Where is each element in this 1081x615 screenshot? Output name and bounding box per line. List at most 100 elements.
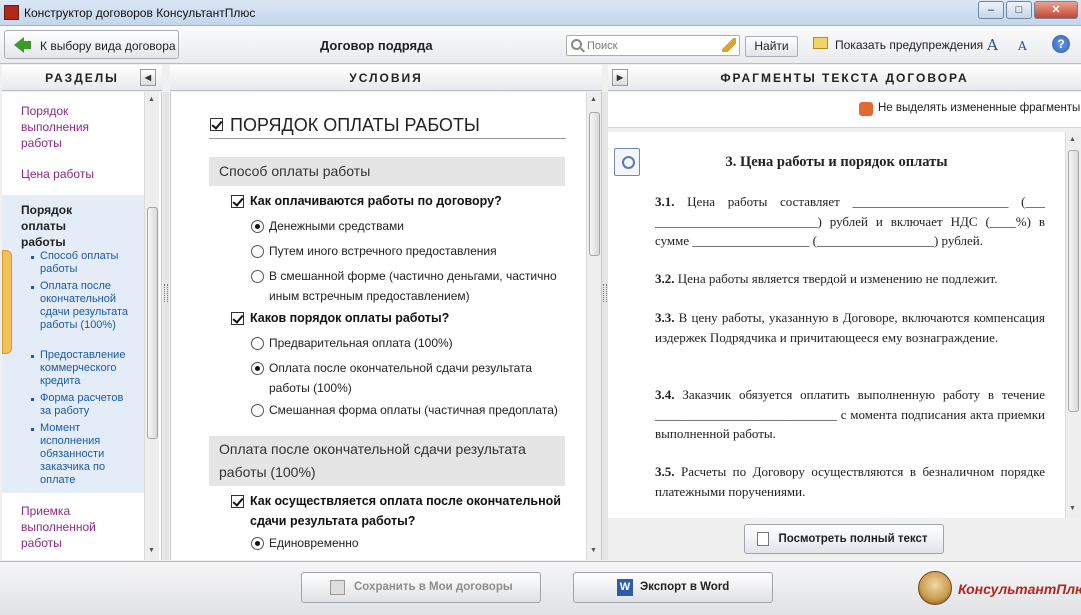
magnifier-handle [580, 47, 585, 53]
help-icon[interactable]: ? [1052, 35, 1070, 53]
search-input[interactable] [587, 38, 717, 53]
radio-money[interactable] [251, 220, 264, 233]
export-label: Экспорт в Word [640, 581, 730, 593]
back-to-contract-types-button[interactable]: К выбору вида договора [4, 30, 179, 59]
fragments-header-label: ФРАГМЕНТЫ ТЕКСТА ДОГОВОРА [720, 71, 969, 85]
section-link-acceptance[interactable]: Приемка выполненной работы [21, 503, 111, 551]
scroll-down-arrow[interactable]: ▼ [590, 547, 597, 554]
conditions-scrollbar[interactable]: ▲ ▼ [586, 92, 601, 560]
scroll-down-arrow[interactable]: ▼ [148, 547, 155, 554]
fragments-scrollbar[interactable]: ▲ ▼ [1065, 132, 1080, 518]
question-how-after-delivery: Как осуществляется оплата после окончате… [250, 494, 561, 528]
question-how-paid: Как оплачиваются работы по договору? [250, 194, 502, 208]
conditions-title: ПОРЯДОК ОПЛАТЫ РАБОТЫ [230, 115, 480, 135]
collapse-sections-button[interactable]: ◀ [140, 69, 156, 86]
bullet [31, 398, 34, 401]
title-checkbox[interactable] [210, 118, 223, 131]
main-toolbar: К выбору вида договора Договор подряда Н… [0, 26, 1081, 64]
scroll-thumb[interactable] [147, 207, 158, 439]
save-to-my-contracts-button[interactable]: Сохранить в Мои договоры [301, 572, 541, 603]
floppy-disk-icon [330, 580, 345, 595]
radio-prepayment[interactable] [251, 337, 264, 350]
view-full-text-button[interactable]: Посмотреть полный текст [744, 524, 944, 554]
scroll-up-arrow[interactable]: ▲ [590, 96, 597, 103]
show-warnings-link[interactable]: Показать предупреждения [835, 38, 983, 52]
q3-checkbox[interactable] [231, 495, 244, 508]
section-link-price[interactable]: Цена работы [21, 166, 94, 182]
subsection-payment-method[interactable]: Способ оплаты работы [40, 250, 130, 276]
subsection-commercial-credit[interactable]: Предоставление коммерческого кредита [40, 349, 135, 388]
option-lump-sum[interactable]: Единовременно [269, 533, 359, 553]
subsection-payment-moment[interactable]: Момент исполнения обязанности заказчика … [40, 422, 115, 487]
expand-fragments-button[interactable]: ▶ [612, 69, 628, 86]
title-underline [209, 138, 566, 139]
bullet [31, 286, 34, 289]
sections-header-label: РАЗДЕЛЫ [45, 71, 119, 85]
save-label: Сохранить в Мои договоры [354, 581, 513, 593]
window-title: Конструктор договоров КонсультантПлюс [24, 6, 256, 20]
option-mixed-form[interactable]: В смешанной форме (частично деньгами, ча… [269, 266, 574, 306]
paragraph-text: Заказчик обязуется оплатить выполненную … [655, 387, 1045, 441]
radio-mixed-form[interactable] [251, 270, 264, 283]
q1-checkbox[interactable] [231, 195, 244, 208]
export-to-word-button[interactable]: W Экспорт в Word [573, 572, 773, 603]
paragraph-text: Цена работы является твердой и изменению… [674, 271, 998, 286]
find-button[interactable]: Найти [745, 36, 798, 57]
fragments-panel: Не выделять измененные фрагменты 3. Цена… [608, 92, 1081, 560]
section-active-payment: Порядок оплаты работы Способ оплаты рабо… [2, 195, 144, 493]
option-money[interactable]: Денежными средствами [269, 216, 404, 236]
scroll-up-arrow[interactable]: ▲ [148, 96, 155, 103]
consultantplus-logo-text: КонсультантПлюс [958, 581, 1081, 597]
option-after-delivery[interactable]: Оплата после окончательной сдачи результ… [269, 358, 559, 398]
radio-after-delivery[interactable] [251, 362, 264, 375]
document-icon [757, 532, 769, 546]
splitter-grip [603, 284, 607, 302]
option-partial-prepayment[interactable]: Смешанная форма оплаты (частичная предоп… [269, 400, 558, 420]
section-active-title[interactable]: Порядок оплаты работы [21, 202, 101, 250]
scroll-thumb[interactable] [1068, 150, 1079, 412]
paragraph-number: 3.1. [655, 194, 675, 209]
q2-checkbox[interactable] [231, 312, 244, 325]
conditions-panel: ПОРЯДОК ОПЛАТЫ РАБОТЫ Способ оплаты рабо… [170, 92, 602, 560]
no-highlight-toggle[interactable]: Не выделять измененные фрагменты [878, 102, 1080, 114]
paragraph-number: 3.5. [655, 464, 675, 479]
highlight-toggle-icon[interactable] [859, 102, 873, 116]
paragraph-text: В цену работы, указанную в Договоре, вкл… [655, 310, 1045, 345]
subsection-payment-form[interactable]: Форма расчетов за работу [40, 392, 130, 418]
radio-partial-prepayment[interactable] [251, 404, 264, 417]
section-link-work-procedure[interactable]: Порядок выполнения работы [21, 103, 121, 151]
font-increase-icon[interactable]: A [987, 36, 998, 54]
splitter-grip [164, 284, 168, 302]
contract-paragraph-3-3: 3.3. В цену работы, указанную в Договоре… [655, 308, 1045, 347]
scroll-down-arrow[interactable]: ▼ [1069, 505, 1076, 512]
subsection-payment-after-delivery[interactable]: Оплата после окончательной сдачи результ… [40, 280, 130, 332]
close-button[interactable]: ✕ [1034, 1, 1078, 19]
paragraph-text: Цена работы составляет _________________… [655, 194, 1045, 248]
document-title: Договор подряда [320, 38, 433, 53]
consultantplus-logo-icon [918, 571, 952, 605]
contract-paragraph-3-2: 3.2. Цена работы является твердой и изме… [655, 269, 1045, 289]
app-icon [4, 5, 19, 20]
minimize-button[interactable]: – [978, 1, 1004, 19]
bullet [31, 428, 34, 431]
scroll-up-arrow[interactable]: ▲ [1069, 136, 1076, 143]
font-decrease-icon[interactable]: A [1018, 39, 1027, 53]
section-bar-payment-method: Способ оплаты работы [209, 157, 565, 186]
contract-paragraph-3-4: 3.4. Заказчик обязуется оплатить выполне… [655, 385, 1045, 444]
arrow-tail [23, 41, 31, 49]
option-counter-provision[interactable]: Путем иного встречного предоставления [269, 241, 497, 261]
bullet [31, 355, 34, 358]
broom-icon[interactable] [722, 38, 736, 52]
contract-text-view: 3. Цена работы и порядок оплаты 3.1. Цен… [608, 132, 1065, 518]
maximize-button[interactable]: □ [1006, 1, 1032, 19]
radio-lump-sum[interactable] [251, 537, 264, 550]
active-section-marker [2, 250, 12, 354]
sections-header: РАЗДЕЛЫ ◀ [2, 65, 162, 91]
radio-counter-provision[interactable] [251, 245, 264, 258]
section-bar-after-delivery: Оплата после окончательной сдачи результ… [209, 436, 565, 486]
sections-scrollbar[interactable]: ▲ ▼ [144, 92, 159, 560]
option-prepayment[interactable]: Предварительная оплата (100%) [269, 333, 453, 353]
splitter-left[interactable] [163, 92, 169, 560]
speech-bubble-icon[interactable] [813, 37, 828, 49]
scroll-thumb[interactable] [589, 112, 600, 256]
